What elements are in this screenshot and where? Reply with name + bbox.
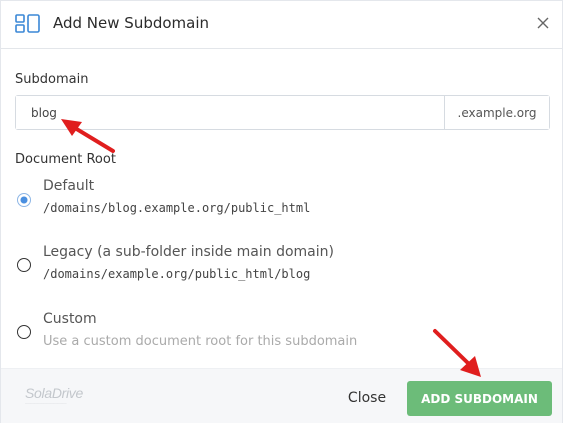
close-button[interactable]: Close [341,381,393,415]
radio-custom[interactable] [17,325,31,339]
doc-root-option-custom[interactable]: Custom Use a custom document root for th… [15,311,555,359]
domain-suffix: .example.org [444,96,549,129]
radio-default[interactable] [17,193,31,207]
doc-root-option-default[interactable]: Default /domains/blog.example.org/public… [15,178,555,226]
dialog-header: Add New Subdomain [1,1,562,49]
subdomain-label: Subdomain [15,72,89,87]
option-title: Legacy (a sub-folder inside main domain) [43,244,334,260]
subdomain-input-group: .example.org [15,95,550,130]
soladrive-logo: SolaDrive ─────────────────────── [25,385,97,409]
option-path: /domains/example.org/public_html/blog [43,267,311,281]
logo-tagline: ─────────────────────── [25,402,67,406]
subdomain-input[interactable] [16,96,444,129]
close-icon[interactable] [536,16,550,30]
logo-text: SolaDrive [25,385,83,401]
option-title: Default [43,178,95,194]
subdomain-icon [15,14,40,33]
document-root-label: Document Root [15,152,116,167]
add-subdomain-dialog: Add New Subdomain Subdomain .example.org… [0,0,563,423]
add-subdomain-button[interactable]: ADD SUBDOMAIN [407,381,552,416]
doc-root-option-legacy[interactable]: Legacy (a sub-folder inside main domain)… [15,244,555,292]
option-path: /domains/blog.example.org/public_html [43,201,311,215]
option-title: Custom [43,311,97,327]
radio-legacy[interactable] [17,258,31,272]
option-description: Use a custom document root for this subd… [43,334,358,349]
dialog-title: Add New Subdomain [53,14,210,32]
